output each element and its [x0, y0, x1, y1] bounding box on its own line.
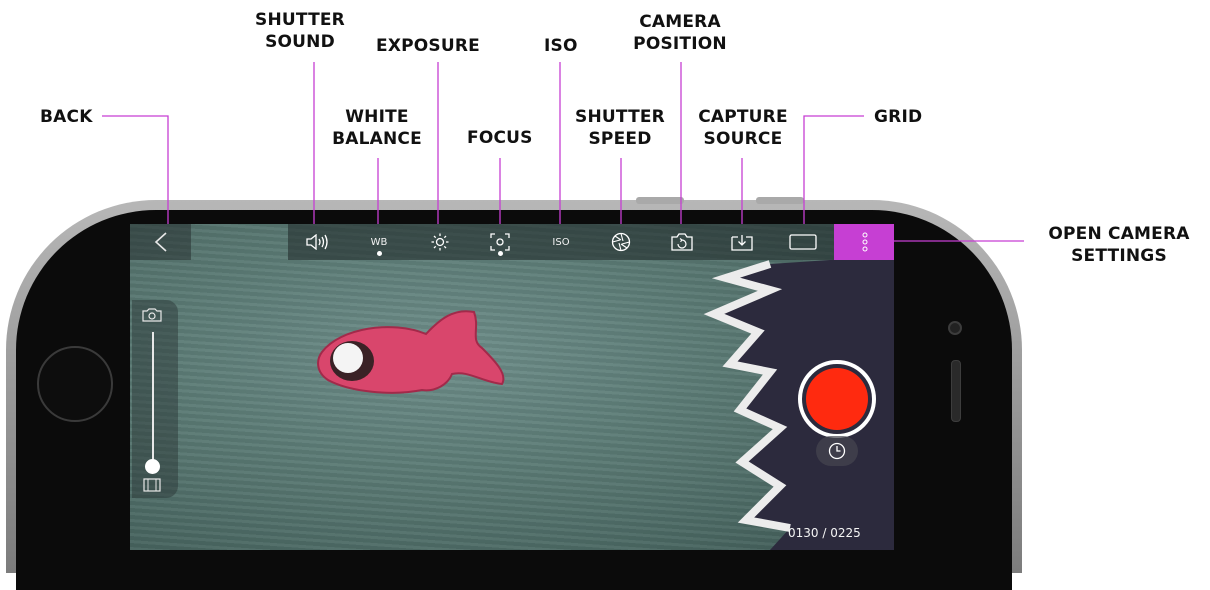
callout-capture-source: CAPTURE SOURCE	[690, 106, 796, 150]
callout-grid: GRID	[874, 107, 923, 127]
open-camera-settings-button[interactable]	[834, 224, 894, 260]
callout-open-camera-settings-line1: OPEN CAMERA	[1048, 224, 1190, 244]
callout-shutter-speed: SHUTTER SPEED	[568, 106, 672, 150]
home-button[interactable]	[37, 346, 113, 422]
white-balance-button[interactable]: WB	[359, 224, 399, 260]
callout-shutter-speed-line2: SPEED	[588, 129, 652, 149]
film-icon	[143, 478, 161, 492]
speaker-icon	[306, 234, 328, 250]
callout-open-camera-settings-line2: SETTINGS	[1071, 246, 1167, 266]
focus-icon	[490, 233, 510, 251]
camera-icon	[142, 308, 162, 322]
iso-label: ISO	[552, 236, 570, 248]
callout-shutter-sound: SHUTTER SOUND	[255, 9, 345, 53]
capture-source-icon	[731, 235, 753, 251]
capture-mode-slider-thumb[interactable]	[145, 459, 160, 474]
camera-viewfinder[interactable]: WB ISO 0130 / 0225	[130, 224, 894, 550]
iso-button[interactable]: ISO	[541, 224, 581, 260]
volume-up-button	[636, 197, 684, 204]
callout-shutter-sound-line1: SHUTTER	[255, 10, 345, 30]
focus-active-dot	[498, 251, 503, 256]
white-balance-label: WB	[370, 236, 388, 248]
shutter-aperture-icon	[611, 232, 631, 252]
callout-focus: FOCUS	[467, 128, 533, 148]
callout-exposure: EXPOSURE	[376, 36, 480, 56]
more-vertical-icon	[862, 232, 867, 252]
callout-capture-source-line1: CAPTURE	[698, 107, 788, 127]
capture-source-button[interactable]	[722, 224, 762, 260]
frame-counter: 0130 / 0225	[788, 526, 861, 540]
exposure-button[interactable]	[420, 224, 460, 260]
callout-open-camera-settings: OPEN CAMERA SETTINGS	[1034, 223, 1204, 267]
camera-position-button[interactable]	[662, 224, 702, 260]
back-chevron-icon	[154, 232, 167, 252]
camera-toolbar: WB ISO	[288, 224, 834, 260]
fish-eye	[333, 343, 363, 373]
shutter-sound-button[interactable]	[298, 224, 338, 260]
callout-iso: ISO	[544, 36, 578, 56]
callout-shutter-sound-line2: SOUND	[265, 32, 335, 52]
camera-rotate-icon	[671, 233, 693, 251]
focus-button[interactable]	[480, 224, 520, 260]
callout-camera-position: CAMERA POSITION	[628, 11, 732, 55]
record-button[interactable]	[798, 360, 876, 438]
earpiece-speaker	[951, 360, 961, 422]
capture-mode-slider-track[interactable]	[152, 332, 154, 466]
timer-button[interactable]	[816, 436, 858, 466]
front-camera	[948, 321, 962, 335]
shutter-speed-button[interactable]	[601, 224, 641, 260]
callout-camera-position-line1: CAMERA	[639, 12, 721, 32]
callout-white-balance-line1: WHITE	[345, 107, 409, 127]
grid-rectangle-icon	[789, 234, 817, 250]
callout-white-balance-line2: BALANCE	[332, 129, 422, 149]
callout-shutter-speed-line1: SHUTTER	[575, 107, 665, 127]
callout-white-balance: WHITE BALANCE	[322, 106, 432, 150]
white-balance-active-dot	[377, 251, 382, 256]
volume-down-button	[756, 197, 804, 204]
clock-icon	[828, 442, 846, 460]
callout-camera-position-line2: POSITION	[633, 34, 727, 54]
callout-back: BACK	[40, 107, 93, 127]
exposure-sun-icon	[431, 233, 449, 251]
callout-capture-source-line2: SOURCE	[703, 129, 783, 149]
record-inner-dot	[806, 368, 868, 430]
back-button[interactable]	[130, 224, 191, 260]
viewfinder-scene	[317, 260, 894, 550]
capture-mode-slider-panel	[132, 300, 178, 498]
grid-button[interactable]	[783, 224, 823, 260]
